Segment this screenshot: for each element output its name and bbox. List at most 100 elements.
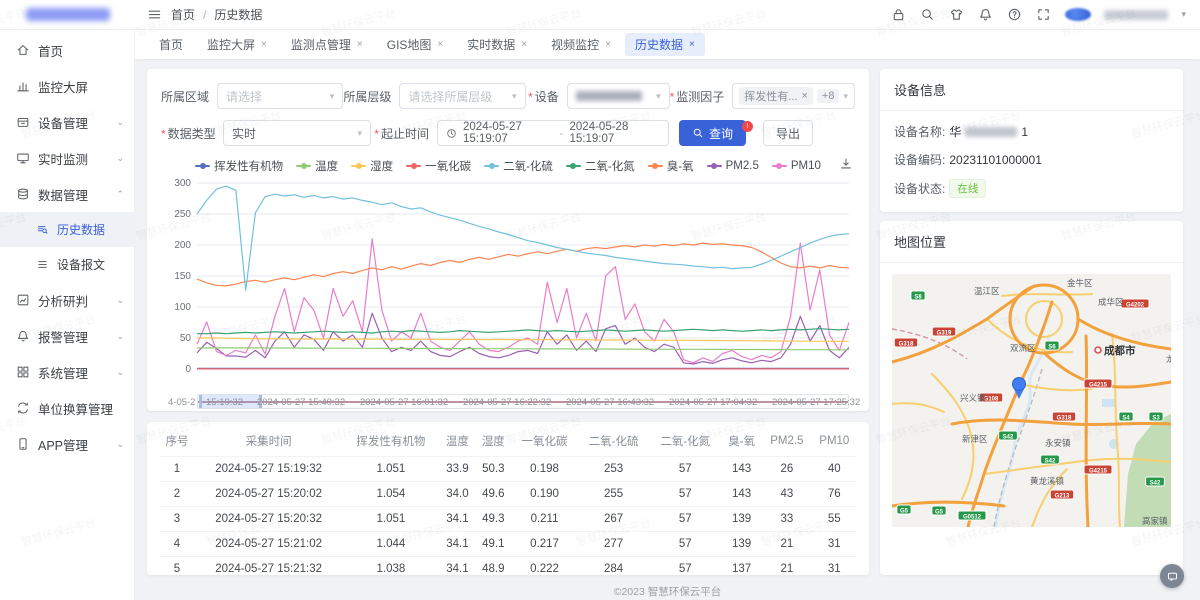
main-area: 首页监控大屏×监测点管理×GIS地图×实时数据×视频监控×历史数据× 所属区域 … [135, 30, 1200, 600]
map-title: 地图位置 [880, 221, 1183, 263]
time-start: 2024-05-27 15:19:07 [463, 121, 554, 145]
col-header-PM2.5: PM2.5 [762, 426, 812, 457]
table-row[interactable]: 12024-05-27 15:19:321.05133.950.30.19825… [159, 457, 857, 482]
legend-item-湿度[interactable]: 湿度 [351, 158, 393, 174]
map-label-双流区: 双流区 [1010, 343, 1036, 353]
legend-item-PM10[interactable]: PM10 [772, 160, 821, 172]
bell-icon[interactable] [978, 7, 994, 23]
lock-icon[interactable] [891, 7, 907, 23]
series-PM10 [197, 239, 849, 363]
tab-close-icon[interactable]: × [605, 39, 611, 50]
time-end: 2024-05-28 15:19:07 [570, 121, 661, 145]
svg-text:G4215: G4215 [1089, 469, 1108, 475]
device-select[interactable]: ▾ [567, 83, 670, 109]
table-row[interactable]: 52024-05-27 15:21:321.03834.148.90.22228… [159, 557, 857, 576]
svg-text:S6: S6 [1048, 345, 1056, 351]
map-card: 地图位置 S8G4202G319G318S6G4215G108G318S4S3S… [880, 221, 1183, 575]
svg-text:S8: S8 [914, 295, 922, 301]
hamburger-icon[interactable] [147, 7, 163, 23]
table-row[interactable]: 22024-05-27 15:20:021.05434.049.60.19025… [159, 482, 857, 507]
sys-icon [16, 365, 30, 379]
chat-fab-button[interactable] [1160, 564, 1184, 588]
tab-close-icon[interactable]: × [689, 39, 695, 50]
top-bar: 首页 / 历史数据 ▾ [0, 0, 1200, 30]
col-header-臭-氧: 臭-氧 [721, 426, 762, 457]
svg-text:S42: S42 [1003, 435, 1014, 441]
sidebar-item-数据管理[interactable]: 数据管理⌃ [0, 176, 134, 212]
sidebar-item-APP管理[interactable]: APP管理⌄ [0, 426, 134, 462]
tab-监测点管理[interactable]: 监测点管理× [281, 33, 373, 56]
sidebar-item-分析研判[interactable]: 分析研判⌄ [0, 282, 134, 318]
chevron-down-icon: ⌄ [116, 439, 124, 450]
x-axis-label: 15:19:32 [206, 397, 243, 408]
map-label-龙: 龙 [1166, 354, 1171, 364]
tab-视频监控[interactable]: 视频监控× [541, 33, 621, 56]
sidebar-subitem-历史数据[interactable]: 历史数据 [0, 212, 134, 247]
factor-tag[interactable]: 挥发性有...× [739, 87, 813, 105]
legend-item-温度[interactable]: 温度 [296, 158, 338, 174]
tab-首页[interactable]: 首页 [149, 33, 193, 56]
tab-close-icon[interactable]: × [261, 39, 267, 50]
sidebar-item-首页[interactable]: 首页 [0, 32, 134, 68]
tab-实时数据[interactable]: 实时数据× [457, 33, 537, 56]
map-label-高家镇: 高家镇 [1142, 516, 1168, 526]
breadcrumb-separator: / [203, 8, 206, 22]
timerange-picker[interactable]: 2024-05-27 15:19:07 - 2024-05-28 15:19:0… [437, 120, 669, 146]
tab-历史数据[interactable]: 历史数据× [625, 33, 705, 56]
svg-text:G4215: G4215 [1089, 383, 1108, 389]
legend-item-挥发性有机物[interactable]: 挥发性有机物 [195, 158, 283, 174]
factor-more-tag[interactable]: +8 [817, 89, 840, 103]
tab-监控大屏[interactable]: 监控大屏× [197, 33, 277, 56]
map-label-永安镇: 永安镇 [1045, 438, 1071, 448]
legend-item-一氧化碳[interactable]: 一氧化碳 [406, 158, 471, 174]
col-header-采集时间: 采集时间 [195, 426, 342, 457]
tab-close-icon[interactable]: × [521, 39, 527, 50]
table-row[interactable]: 32024-05-27 15:20:321.05134.149.30.21126… [159, 507, 857, 532]
download-chart-icon[interactable] [839, 157, 853, 176]
sidebar-subitem-设备报文[interactable]: 设备报文 [0, 247, 134, 282]
sidebar-item-设备管理[interactable]: 设备管理⌄ [0, 104, 134, 140]
chevron-down-icon: ⌄ [116, 153, 124, 164]
search-button[interactable]: 查询 [679, 120, 746, 146]
sidebar-item-系统管理[interactable]: 系统管理⌄ [0, 354, 134, 390]
avatar[interactable] [1065, 8, 1091, 21]
legend-item-臭-氧[interactable]: 臭-氧 [648, 158, 694, 174]
help-icon[interactable] [1007, 7, 1023, 23]
tag-close-icon[interactable]: × [801, 90, 807, 102]
export-button[interactable]: 导出 [763, 120, 813, 146]
notice-badge: ! [742, 121, 753, 132]
sidebar-item-实时监测[interactable]: 实时监测⌄ [0, 140, 134, 176]
datazoom-slider[interactable]: 4-05-215:19:322024-05-27 15:40:322024-05… [197, 394, 849, 409]
device-name-label: 设备名称: [894, 123, 945, 140]
legend-item-二氧-化硫[interactable]: 二氧-化硫 [484, 158, 553, 174]
map-label-温江区: 温江区 [974, 286, 1000, 296]
breadcrumb-home[interactable]: 首页 [171, 6, 195, 23]
logo-blurred [26, 8, 110, 21]
level-select[interactable]: 请选择所属层级▾ [399, 83, 525, 109]
x-axis-label: 2024-05-27 16:01:32 [360, 397, 448, 408]
city-marker [1095, 347, 1101, 353]
fullscreen-icon[interactable] [1036, 7, 1052, 23]
line-chart[interactable]: 050100150200250300 [161, 177, 855, 389]
svg-text:200: 200 [174, 240, 191, 251]
legend-item-二氧-化氮[interactable]: 二氧-化氮 [566, 158, 635, 174]
username-blurred[interactable] [1104, 10, 1168, 20]
tab-GIS地图[interactable]: GIS地图× [377, 33, 454, 56]
map-view[interactable]: S8G4202G319G318S6G4215G108G318S4S3S42S42… [892, 274, 1171, 527]
theme-icon[interactable] [949, 7, 965, 23]
region-select[interactable]: 请选择▾ [217, 83, 343, 109]
sidebar-item-单位换算管理[interactable]: 单位换算管理 [0, 390, 134, 426]
search-icon[interactable] [920, 7, 936, 23]
tab-close-icon[interactable]: × [357, 39, 363, 50]
factor-multiselect[interactable]: 挥发性有...× +8 ▾ [732, 83, 855, 109]
tab-close-icon[interactable]: × [437, 39, 443, 50]
svg-text:G213: G213 [1055, 494, 1070, 500]
map-label-city: 成都市 [1104, 344, 1136, 357]
datatype-select[interactable]: 实时▾ [223, 120, 371, 146]
chevron-down-icon: ⌄ [116, 295, 124, 306]
table-row[interactable]: 42024-05-27 15:21:021.04434.149.10.21727… [159, 532, 857, 557]
sidebar-item-报警管理[interactable]: 报警管理⌄ [0, 318, 134, 354]
legend-item-PM2.5[interactable]: PM2.5 [707, 160, 759, 172]
user-menu-chevron-icon[interactable]: ▾ [1181, 9, 1186, 20]
sidebar-item-监控大屏[interactable]: 监控大屏 [0, 68, 134, 104]
